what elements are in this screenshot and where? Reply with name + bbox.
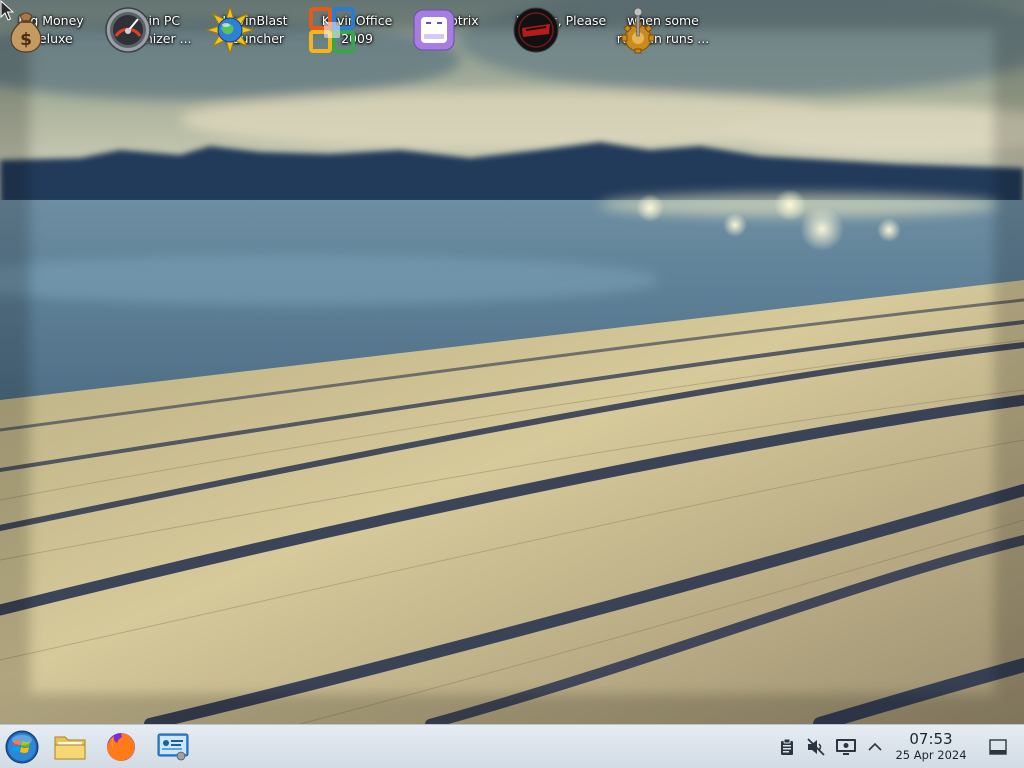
tray-expander[interactable] — [864, 736, 886, 758]
svg-text:$: $ — [20, 30, 32, 50]
windows-orb-icon — [5, 730, 39, 764]
digital-clock[interactable]: 07:53 25 Apr 2024 — [888, 730, 974, 763]
network-tray[interactable] — [835, 736, 857, 758]
show-desktop-button[interactable] — [987, 736, 1009, 758]
mouse-pointer-icon — [0, 0, 14, 21]
system-settings-button[interactable] — [155, 729, 191, 765]
chevron-up-icon — [868, 742, 882, 751]
firefox-button[interactable] — [103, 729, 139, 765]
globe-star-icon — [206, 6, 254, 54]
joystick-gear-icon — [621, 7, 655, 54]
motrix-icon — [413, 9, 455, 51]
desktop-icon-kevin-pc-optimizer[interactable]: Kevin PC Optimizer ... — [104, 6, 202, 53]
desktop-icon-big-money-deluxe[interactable]: $ Big Money Deluxe — [2, 6, 100, 53]
clock-time: 07:53 — [909, 730, 953, 748]
desktop-icon-kevinoffice-2009[interactable]: KevinOffice 2009 — [308, 6, 406, 53]
file-manager-button[interactable] — [52, 729, 88, 765]
taskbar: 07:53 25 Apr 2024 — [0, 724, 1024, 768]
desktop-icon-papers-please[interactable]: Papers, Please — [512, 6, 610, 53]
folder-icon — [54, 736, 86, 760]
clock-date: 25 Apr 2024 — [895, 748, 967, 762]
desktop-wallpaper[interactable]: $ Big Money Deluxe Kevin PC Optimizer ..… — [0, 0, 1024, 724]
speedometer-icon — [105, 7, 151, 53]
wallpaper-image — [0, 0, 1024, 724]
clipboard-icon — [781, 738, 793, 755]
desktop-icon-kevinblast-launcher[interactable]: KevinBlast Launcher — [206, 6, 304, 54]
desktop-icon-when-some-russian-runs[interactable]: when some russian runs ... — [614, 6, 712, 54]
volume-tray[interactable] — [805, 736, 827, 758]
firefox-icon — [107, 733, 135, 761]
clipboard-tray[interactable] — [776, 736, 798, 758]
settings-panel-icon — [157, 733, 189, 761]
office-logo-icon — [309, 7, 355, 53]
monitor-network-icon — [836, 739, 856, 755]
show-desktop-icon — [989, 739, 1007, 755]
start-menu-button[interactable] — [4, 729, 40, 765]
papers-please-icon — [513, 7, 559, 53]
desktop-icon-motrix[interactable]: Motrix — [410, 6, 508, 51]
speaker-muted-icon — [807, 738, 825, 756]
